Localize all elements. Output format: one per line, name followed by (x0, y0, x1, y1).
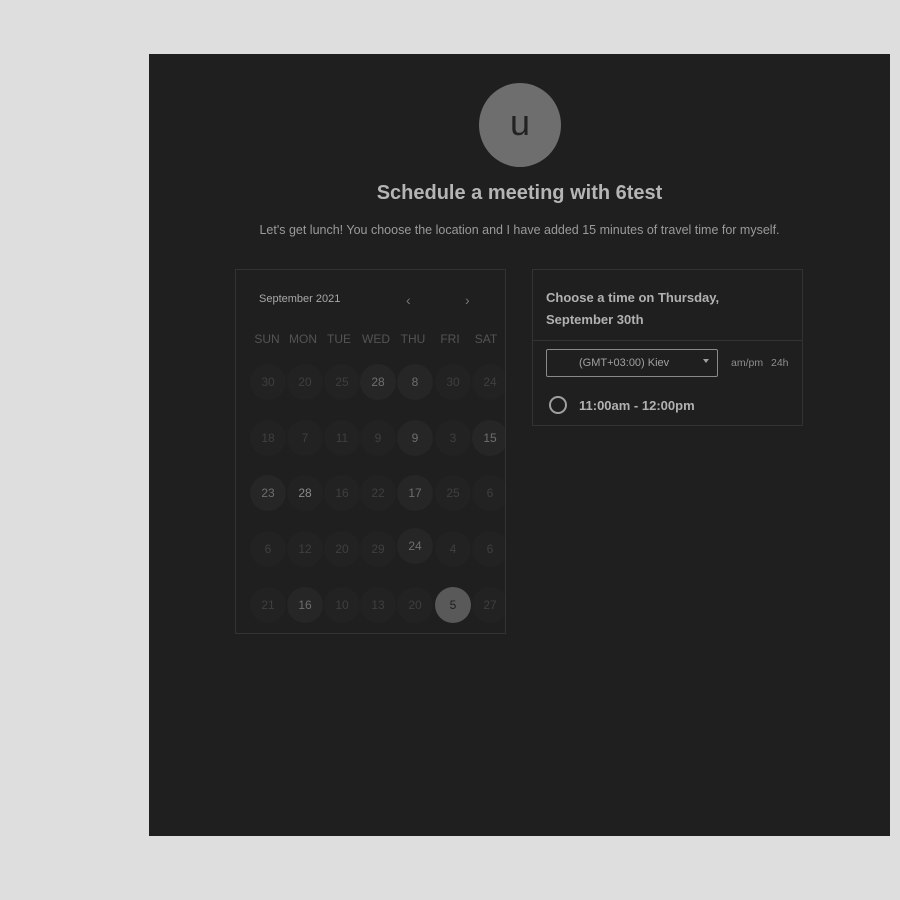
weekday-label: SUN (254, 332, 280, 346)
calendar-day: 29 (360, 531, 396, 567)
calendar-day: 20 (287, 364, 323, 400)
weekday-header: SUN MON TUE WED THU FRI SAT (248, 332, 505, 348)
timezone-value: (GMT+03:00) Kiev (579, 357, 670, 369)
time-slot-option[interactable]: 11:00am - 12:00pm (549, 394, 695, 416)
calendar-day: 6 (250, 531, 286, 567)
weekday-label: WED (362, 332, 390, 346)
weekday-label: THU (400, 332, 426, 346)
calendar-day: 20 (324, 531, 360, 567)
time-selection-panel: Choose a time on Thursday, September 30t… (532, 269, 803, 426)
calendar-day: 16 (324, 475, 360, 511)
radio-button[interactable] (549, 396, 567, 414)
event-description: Let's get lunch! You choose the location… (259, 223, 780, 237)
timezone-select[interactable]: (GMT+03:00) Kiev (546, 349, 718, 377)
weekday-label: FRI (440, 332, 460, 346)
avatar: u (479, 83, 561, 167)
calendar-day: 20 (397, 587, 433, 623)
calendar-day: 9 (360, 420, 396, 456)
page-title: Schedule a meeting with 6test (376, 182, 663, 204)
calendar-day: 11 (324, 420, 360, 456)
caret-down-icon (703, 359, 709, 363)
calendar-day[interactable]: 9 (397, 420, 433, 456)
divider (533, 340, 802, 341)
calendar-day: 4 (435, 531, 471, 567)
calendar-day[interactable]: 8 (397, 364, 433, 400)
time-slot-label: 11:00am - 12:00pm (579, 397, 695, 413)
weekday-label: SAT (474, 332, 498, 346)
calendar-day[interactable]: 28 (360, 364, 396, 400)
calendar-day: 6 (472, 475, 505, 511)
calendar-day: 27 (472, 587, 505, 623)
chevron-left-icon[interactable]: ‹ (406, 292, 411, 308)
calendar-day: 3 (435, 420, 471, 456)
calendar-days-grid: 30 20 25 28 8 30 24 18 7 11 9 9 3 15 23 … (248, 360, 505, 633)
calendar-day[interactable]: 17 (397, 475, 433, 511)
calendar-day[interactable]: 24 (397, 528, 433, 564)
calendar-day: 28 (287, 475, 323, 511)
avatar-letter: u (509, 102, 531, 143)
weekday-label: MON (289, 332, 317, 346)
calendar-day: 22 (360, 475, 396, 511)
calendar-day-selected[interactable]: 5 (435, 587, 471, 623)
calendar-day: 6 (472, 531, 505, 567)
calendar-day: 13 (360, 587, 396, 623)
chevron-right-icon[interactable]: › (465, 292, 470, 308)
format-toggle-24h[interactable]: 24h (771, 357, 789, 369)
calendar: September 2021 ‹ › SUN MON TUE WED THU F… (235, 269, 506, 634)
weekday-label: TUE (327, 332, 351, 346)
calendar-day[interactable]: 23 (250, 475, 286, 511)
time-selection-heading: Choose a time on Thursday, September 30t… (546, 290, 720, 327)
calendar-day: 21 (250, 587, 286, 623)
calendar-day: 18 (250, 420, 286, 456)
calendar-day[interactable]: 16 (287, 587, 323, 623)
calendar-day: 30 (435, 364, 471, 400)
format-toggle-ampm[interactable]: am/pm (731, 357, 763, 369)
calendar-day[interactable]: 15 (472, 420, 505, 456)
calendar-day: 7 (287, 420, 323, 456)
calendar-day: 10 (324, 587, 360, 623)
calendar-day: 25 (435, 475, 471, 511)
calendar-month-label: September 2021 (259, 293, 341, 305)
calendar-day: 30 (250, 364, 286, 400)
calendar-day: 25 (324, 364, 360, 400)
calendar-day: 12 (287, 531, 323, 567)
calendar-day: 24 (472, 364, 505, 400)
scheduler-panel: u Schedule a meeting with 6test Let's ge… (149, 54, 890, 836)
